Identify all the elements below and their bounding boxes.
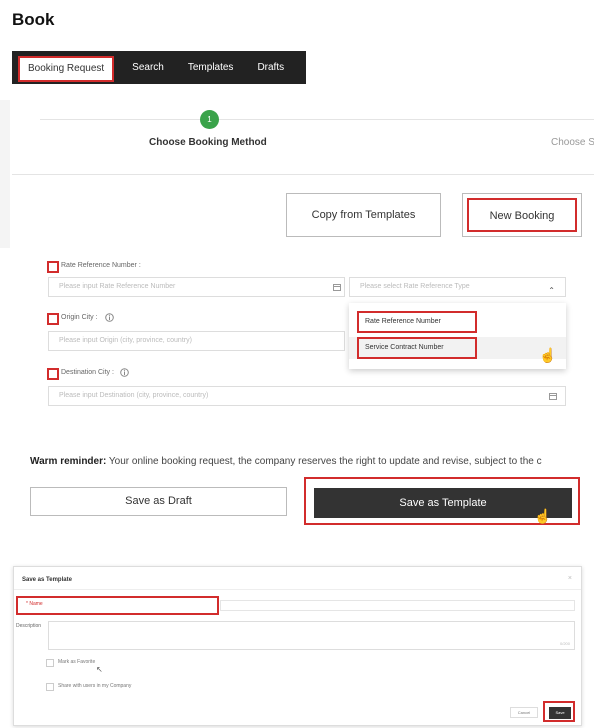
- stepper-divider-right: [219, 119, 594, 120]
- hand-cursor-icon: ☝: [534, 508, 552, 524]
- tab-bar: Booking Request Search Templates Drafts: [12, 51, 306, 84]
- info-icon: [120, 368, 129, 377]
- name-input[interactable]: [220, 600, 575, 611]
- tab-drafts[interactable]: Drafts: [245, 51, 296, 84]
- info-icon: [105, 313, 114, 322]
- step-1-label: Choose Booking Method: [149, 137, 267, 148]
- step-1-indicator: 1: [200, 110, 219, 129]
- rate-type-placeholder: Please select Rate Reference Type: [360, 283, 470, 290]
- required-marker: [47, 261, 59, 273]
- warm-reminder-text: Your online booking request, the company…: [106, 456, 542, 467]
- destination-city-input[interactable]: Please input Destination (city, province…: [48, 386, 566, 406]
- pointer-cursor-icon: ↖: [96, 665, 103, 674]
- option-rate-reference-number[interactable]: Rate Reference Number: [357, 311, 477, 333]
- favorite-label: Mark as Favorite: [58, 659, 96, 665]
- section-divider: [12, 174, 594, 175]
- dialog-divider: [14, 589, 581, 590]
- required-marker: [47, 313, 59, 325]
- new-booking-button[interactable]: New Booking: [462, 193, 582, 237]
- calendar-icon: [549, 393, 557, 400]
- rate-reference-label: Rate Reference Number :: [61, 262, 141, 269]
- calendar-icon: [333, 284, 341, 291]
- step-2-label: Choose S: [551, 137, 594, 148]
- rate-reference-input[interactable]: Please input Rate Reference Number: [48, 277, 345, 297]
- save-button[interactable]: Save: [549, 707, 571, 719]
- description-textarea[interactable]: 0/200: [48, 621, 575, 650]
- share-label: Share with users in my Company: [58, 683, 132, 689]
- name-label: * Name: [26, 601, 43, 607]
- origin-city-label: Origin City :: [61, 314, 98, 321]
- rate-type-dropdown: Rate Reference Number Service Contract N…: [349, 303, 566, 369]
- share-checkbox[interactable]: [46, 683, 54, 691]
- dialog-title: Save as Template: [22, 577, 72, 583]
- option-service-contract-number[interactable]: Service Contract Number: [357, 337, 477, 359]
- save-button-highlight: Save: [543, 701, 575, 722]
- warm-reminder: Warm reminder: Your online booking reque…: [30, 456, 542, 467]
- tab-templates[interactable]: Templates: [176, 51, 246, 84]
- copy-from-templates-button[interactable]: Copy from Templates: [286, 193, 441, 237]
- name-field-highlight: * Name: [16, 596, 219, 615]
- required-marker: [47, 368, 59, 380]
- left-gutter: [0, 100, 10, 248]
- origin-city-input[interactable]: Please input Origin (city, province, cou…: [48, 331, 345, 351]
- rate-reference-type-select[interactable]: Please select Rate Reference Type ⌃: [349, 277, 566, 297]
- warm-reminder-title: Warm reminder:: [30, 456, 107, 467]
- char-count: 0/200: [559, 641, 570, 646]
- new-booking-label: New Booking: [467, 198, 577, 232]
- tab-booking-request[interactable]: Booking Request: [18, 56, 115, 82]
- page-title: Book: [12, 10, 55, 29]
- destination-city-label: Destination City :: [61, 369, 114, 376]
- save-template-dialog: Save as Template × * Name Description 0/…: [13, 566, 582, 726]
- stepper-divider-left: [40, 119, 200, 120]
- hand-cursor-icon: ☝: [539, 347, 557, 363]
- tab-search[interactable]: Search: [120, 51, 176, 84]
- chevron-up-icon: ⌃: [548, 286, 555, 295]
- save-as-draft-button[interactable]: Save as Draft: [30, 487, 287, 516]
- description-label: Description: [16, 623, 42, 629]
- favorite-checkbox[interactable]: [46, 659, 54, 667]
- cancel-button[interactable]: Cancel: [510, 707, 538, 718]
- close-icon[interactable]: ×: [568, 575, 572, 582]
